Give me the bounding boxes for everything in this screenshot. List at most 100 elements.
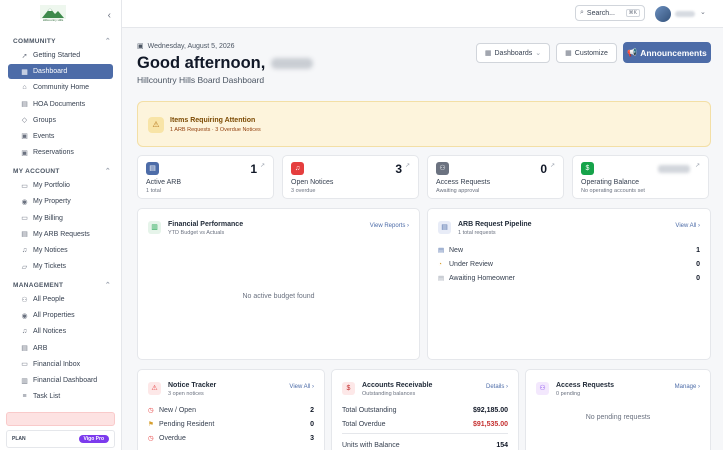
stat-card-operating-balance[interactable]: $ ↗ Operating Balance No operating accounts… [572,155,709,199]
list-item[interactable]: ⚑ Pending Resident 0 [148,418,314,430]
sidebar-item-label: All Properties [33,312,75,320]
stat-value: 0 [540,162,547,176]
list-item-label: Overdue [159,434,186,442]
list-item-label: Under Review [449,260,493,268]
details-link[interactable]: Details › [486,384,508,390]
topbar: ⌕ Search... ⌘K ⌄ [122,0,723,28]
list-item-label: Total Outstanding [342,406,397,414]
search-input[interactable]: ⌕ Search... ⌘K [575,5,645,21]
manage-link[interactable]: Manage › [675,384,700,390]
view-all-link[interactable]: View All › [675,223,700,229]
list-item-value: 0 [696,260,700,268]
avatar[interactable] [655,6,671,22]
sidebar-item-arb[interactable]: ▤ ARB [8,341,113,356]
chevron-up-icon: ⌃ [104,168,111,176]
list-item[interactable]: ◷ Overdue 3 [148,432,314,444]
document-icon: ▤ [21,101,28,109]
list-item[interactable]: Units with Balance 154 [342,439,508,450]
sidebar-item-groups[interactable]: ◇ Groups [8,113,113,128]
sidebar-item-events[interactable]: ▣ Events [8,129,113,144]
plan-indicator[interactable]: PLAN Vigo Pro [6,430,115,448]
list-item[interactable]: Total Overdue $91,535.00 [342,418,508,430]
sidebar-item-my-arb-requests[interactable]: ▤ My ARB Requests [8,227,113,242]
collapse-sidebar-icon[interactable]: ‹ [108,10,111,21]
page-title: Good afternoon, [137,54,314,73]
page-subtitle: Hillcountry Hills Board Dashboard [137,75,265,85]
sidebar-item-label: My Notices [33,246,68,254]
list-item-label: Pending Resident [159,420,215,428]
sidebar-item-financial-dashboard[interactable]: ▥ Financial Dashboard [8,373,113,388]
sidebar-item-dashboard[interactable]: ▦ Dashboard [8,64,113,80]
sidebar-item-all-notices[interactable]: ♫ All Notices [8,324,113,339]
sidebar-item-reservations[interactable]: ▣ Reservations [8,145,113,160]
sidebar-item-financial-inbox[interactable]: ▭ Financial Inbox [8,357,113,372]
bell-icon: ♫ [21,246,28,254]
announcements-button[interactable]: 📢 Announcements [623,42,711,63]
dashboards-button[interactable]: ▦ Dashboards ⌄ [476,43,550,63]
stat-card-active-arb[interactable]: ▤ 1 ↗ Active ARB 1 total [137,155,274,199]
list-item-label: Units with Balance [342,441,400,449]
sidebar-item-task-list[interactable]: ≡ Task List [8,389,113,404]
list-item[interactable]: ▤ New 1 [438,244,700,256]
sidebar-item-label: My ARB Requests [33,230,90,238]
sidebar-item-my-billing[interactable]: ▭ My Billing [8,211,113,226]
plan-label: PLAN [12,436,26,442]
sidebar-item-label: My Billing [33,214,63,222]
stat-value-redacted [658,165,690,173]
sidebar-item-my-notices[interactable]: ♫ My Notices [8,243,113,258]
rocket-icon: ➚ [21,52,28,60]
user-name-redacted [675,11,695,17]
view-all-link[interactable]: View All › [289,384,314,390]
sidebar-item-getting-started[interactable]: ➚ Getting Started [8,48,113,63]
sidebar-nav: COMMUNITY ⌃ ➚ Getting Started ▦ Dashboard ⌂ Com… [0,34,121,404]
calendar-check-icon: ▣ [21,149,28,157]
sidebar-item-label: Task List [33,393,61,401]
sidebar-section-header[interactable]: COMMUNITY ⌃ [0,34,121,48]
stat-subtitle: 1 total [146,188,161,194]
chevron-down-icon[interactable]: ⌄ [700,8,706,16]
sidebar-item-all-people[interactable]: ⚇ All People [8,292,113,307]
clipboard-icon: ▤ [21,231,28,239]
list-item[interactable]: Total Outstanding $92,185.00 [342,404,508,416]
sidebar-item-all-properties[interactable]: ◉ All Properties [8,308,113,323]
accounts-receivable-card: $ Accounts Receivable Outstanding balanc… [331,369,519,450]
sidebar-item-label: Events [33,132,55,140]
sidebar-item-my-property[interactable]: ◉ My Property [8,194,113,209]
chevron-up-icon: ⌃ [104,282,111,290]
manage-label: Manage [674,384,697,390]
access-requests-card: ⚇ Access Requests 0 pending Manage › No … [525,369,711,450]
sidebar-section-header[interactable]: MANAGEMENT ⌃ [0,278,121,292]
sidebar-item-community-home[interactable]: ⌂ Community Home [8,80,113,95]
card-title: ARB Request Pipeline [458,221,532,228]
sidebar-section-title: COMMUNITY [13,37,56,45]
users-icon: ⚇ [21,296,28,304]
sidebar-item-label: All People [33,296,65,304]
community-logo[interactable]: Hillcountry Hills [38,5,68,25]
inbox-icon: ▭ [21,361,28,369]
list-item[interactable]: ◔ Under Review 0 [438,258,700,270]
stat-card-open-notices[interactable]: ♫ 3 ↗ Open Notices 3 overdue [282,155,419,199]
view-reports-label: View Reports [369,223,406,229]
view-all-label: View All [675,223,697,229]
status-icon: ◷ [148,435,154,442]
view-reports-link[interactable]: View Reports › [370,223,409,229]
announcements-button-label: Announcements [640,47,707,58]
list-item-value: $91,535.00 [472,420,508,428]
list-item[interactable]: ▤ Awaiting Homeowner 0 [438,272,700,284]
sidebar-item-hoa-documents[interactable]: ▤ HOA Documents [8,97,113,112]
sidebar-section-header[interactable]: MY ACCOUNT ⌃ [0,164,121,178]
stat-card-access-requests[interactable]: ⚇ 0 ↗ Access Requests Awaiting approval [427,155,564,199]
stat-subtitle: Awaiting approval [436,188,480,194]
customize-button[interactable]: ▦ Customize [556,43,617,63]
stat-label: Operating Balance [581,179,639,186]
sidebar-item-my-portfolio[interactable]: ▭ My Portfolio [8,178,113,193]
attention-alert[interactable]: ⚠ Items Requiring Attention 1 ARB Reques… [137,101,711,147]
list-item[interactable]: ◷ New / Open 2 [148,404,314,416]
sidebar-footer: PLAN Vigo Pro [0,412,121,450]
sidebar-item-label: Financial Inbox [33,360,81,368]
folder-icon: ▭ [21,182,28,190]
bell-icon: ♫ [21,328,28,336]
card-subtitle: 1 total requests [458,230,496,236]
card-subtitle: 0 pending [556,391,581,397]
sidebar-item-my-tickets[interactable]: ▱ My Tickets [8,259,113,274]
